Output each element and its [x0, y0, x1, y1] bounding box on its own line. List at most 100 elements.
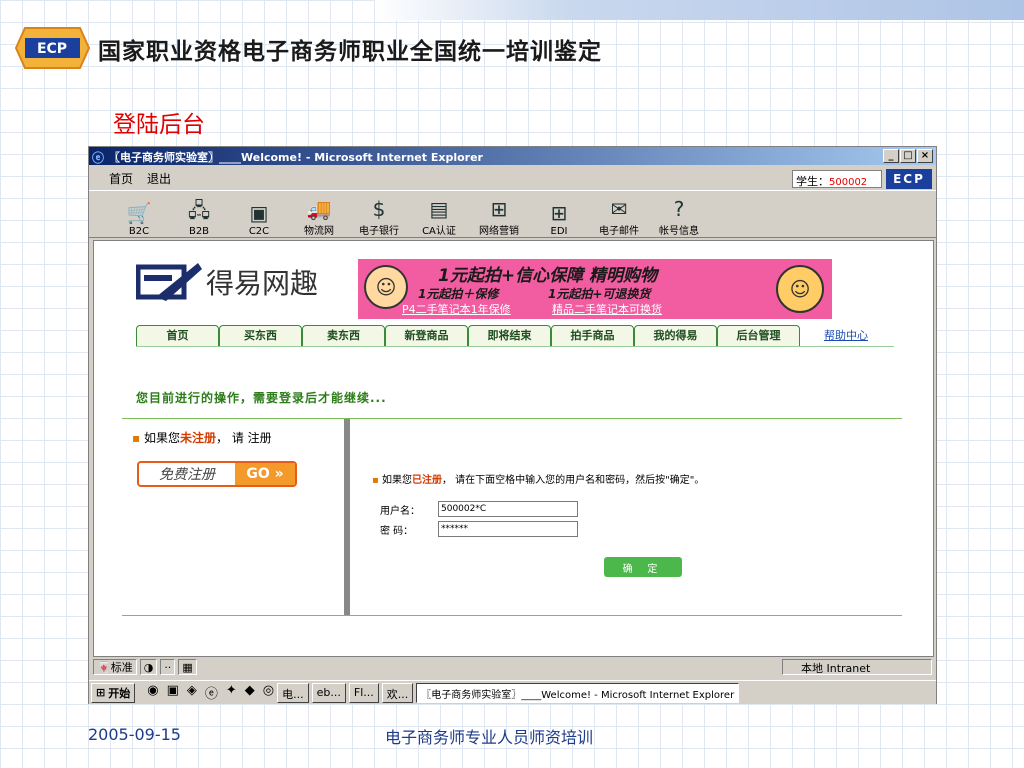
zone-label: 本地 Intranet — [801, 662, 871, 675]
ime-indicator[interactable]: 🀄 标准 — [93, 659, 137, 675]
ie-window: ⓔ 〖电子商务师实验室〗____Welcome! - Microsoft Int… — [88, 146, 937, 704]
tool-label: EDI — [550, 226, 568, 237]
login-text-em: 已注册 — [411, 475, 442, 486]
c2c-icon: ▣ — [249, 201, 269, 225]
login-panel: ▪ 如果您未注册， 请 注册 免费注册 GO » ▪ 如果您已注册， 请在下面空… — [122, 418, 902, 616]
promo-banner[interactable]: ☺ 1元起拍+信心保障 精明购物 1元起拍＋保修 1元起拍+可退换货 P4二手笔… — [358, 259, 832, 319]
nav-new-items[interactable]: 新登商品 — [385, 325, 468, 346]
edi-icon: ⊞ — [550, 201, 568, 225]
tool-logistics[interactable]: 🚚 物流网 — [289, 196, 349, 237]
banner-link-1[interactable]: P4二手笔记本1年保修 — [402, 301, 511, 317]
keyboard-icon[interactable]: ▦ — [178, 659, 197, 675]
menu-exit[interactable]: 退出 — [147, 170, 171, 187]
menu-home[interactable]: 首页 — [109, 170, 133, 187]
tool-ca[interactable]: ▤ CA认证 — [409, 196, 469, 237]
ecp-logo: ECP — [15, 27, 90, 69]
globe-icon[interactable]: ◎ — [263, 683, 274, 702]
windows-logo-icon: ⊞ — [96, 686, 106, 699]
tool-label: B2B — [188, 226, 210, 237]
tool-c2c[interactable]: ▣ C2C — [229, 200, 289, 237]
slide-top-bar — [375, 0, 1024, 20]
window-titlebar: ⓔ 〖电子商务师实验室〗____Welcome! - Microsoft Int… — [89, 147, 936, 165]
banner-line-a: 1元起拍＋保修 — [418, 287, 499, 301]
tool-label: 物流网 — [304, 226, 334, 237]
bullet-icon: ▪ — [372, 475, 379, 486]
task-button-1[interactable]: 电... — [277, 682, 309, 703]
tool-bank[interactable]: $ 电子银行 — [349, 196, 409, 237]
cart-icon: 🛒 — [126, 201, 152, 225]
go-label: GO » — [235, 463, 295, 485]
site-logo-text: 得易网趣 — [206, 267, 319, 300]
nav-my-account[interactable]: 我的得易 — [634, 325, 717, 346]
half-width-icon[interactable]: ◑ — [139, 659, 158, 675]
tool-b2b[interactable]: 🖧 B2B — [169, 198, 229, 237]
slide-subtitle: 登陆后台 — [113, 112, 205, 138]
bullet-icon: ▪ — [132, 431, 141, 445]
task-button-3[interactable]: Fl... — [348, 682, 379, 703]
task-button-2[interactable]: eb... — [311, 682, 346, 703]
tool-account[interactable]: ? 帐号信息 — [649, 196, 709, 237]
status-bar: 🀄 标准 ◑ ·· ▦ 本地 Intranet — [89, 657, 936, 677]
tool-label: C2C — [248, 226, 270, 237]
start-button[interactable]: ⊞ 开始 — [91, 682, 136, 703]
minimize-button[interactable]: _ — [883, 149, 899, 163]
taskbar: ⊞ 开始 ◉ ▣ ◈ ⓔ ✦ ◆ ◎ 电... eb... Fl... 欢...… — [89, 680, 936, 704]
firefox-icon[interactable]: ◉ — [147, 683, 158, 702]
footer-date: 2005-09-15 — [88, 725, 181, 744]
confirm-button[interactable]: 确 定 — [604, 557, 682, 577]
start-label: 开始 — [108, 686, 131, 700]
bank-icon: $ — [372, 197, 386, 221]
tool-label: 电子银行 — [359, 226, 399, 237]
nav-ending-soon[interactable]: 即将结束 — [468, 325, 551, 346]
security-zone: 本地 Intranet — [782, 659, 932, 675]
password-row: 密 码： — [380, 521, 578, 537]
site-logo[interactable]: 得易网趣 — [136, 261, 318, 303]
site-logo-mark — [136, 263, 202, 301]
help-center-link[interactable]: 帮助中心 — [824, 325, 868, 346]
free-register-button[interactable]: 免费注册 GO » — [137, 461, 297, 487]
username-input[interactable] — [438, 501, 578, 517]
network-icon: 🖧 — [187, 198, 211, 222]
login-pane: ▪ 如果您已注册， 请在下面空格中输入您的用户名和密码，然后按"确定"。 用户名… — [356, 419, 902, 615]
tool-email[interactable]: ✉ 电子邮件 — [589, 196, 649, 237]
maximize-button[interactable]: □ — [900, 149, 916, 163]
student-id: 500002 — [829, 177, 868, 188]
register-text-pre: 如果您 — [143, 431, 180, 445]
banner-line-b: 1元起拍+可退换货 — [548, 287, 651, 301]
tool-edi[interactable]: ⊞ EDI — [529, 200, 589, 237]
email-icon: ✉ — [610, 197, 628, 221]
certificate-icon: ▤ — [429, 197, 449, 221]
svg-text:ECP: ECP — [37, 41, 67, 57]
window-title: 〖电子商务师实验室〗____Welcome! - Microsoft Inter… — [109, 151, 483, 164]
media-icon[interactable]: ◈ — [187, 683, 197, 702]
close-button[interactable]: × — [917, 149, 933, 163]
nav-hot-items[interactable]: 拍手商品 — [551, 325, 634, 346]
login-prompt: 您目前进行的操作，需要登录后才能继续... — [136, 391, 387, 405]
punctuation-icon[interactable]: ·· — [160, 659, 176, 675]
nav-sell[interactable]: 卖东西 — [302, 325, 385, 346]
tool-marketing[interactable]: ⊞ 网络营销 — [469, 196, 529, 237]
password-input[interactable] — [438, 521, 578, 537]
desktop-icon[interactable]: ▣ — [167, 683, 179, 702]
web-page: 得易网趣 ☺ 1元起拍+信心保障 精明购物 1元起拍＋保修 1元起拍+可退换货 … — [93, 240, 934, 657]
register-text-post: ， 请 注册 — [216, 431, 272, 445]
banner-headline: 1元起拍+信心保障 精明购物 — [438, 266, 657, 286]
nav-admin[interactable]: 后台管理 — [717, 325, 800, 346]
ime-icon: 🀄 — [97, 660, 111, 674]
ie-quick-icon[interactable]: ⓔ — [205, 683, 218, 702]
task-button-4[interactable]: 欢... — [381, 682, 414, 703]
login-text-pre: 如果您 — [381, 475, 412, 486]
ime-label: 标准 — [110, 661, 133, 674]
tools-icon[interactable]: ✦ — [226, 683, 237, 702]
banner-link-2[interactable]: 精品二手笔记本可换货 — [552, 301, 662, 317]
task-button-active[interactable]: 〖电子商务师实验室〗____Welcome! - Microsoft Inter… — [416, 682, 740, 703]
tool-label: B2C — [128, 226, 150, 237]
ie-icon: ⓔ — [92, 151, 105, 165]
register-text-em: 未注册 — [179, 431, 216, 445]
tool-b2c[interactable]: 🛒 B2C — [109, 200, 169, 237]
nav-buy[interactable]: 买东西 — [219, 325, 302, 346]
app-icon[interactable]: ◆ — [245, 683, 255, 702]
login-text-post: ， 请在下面空格中输入您的用户名和密码，然后按"确定"。 — [441, 475, 705, 486]
student-field: 学生：500002 — [792, 170, 882, 188]
nav-home[interactable]: 首页 — [136, 325, 219, 346]
